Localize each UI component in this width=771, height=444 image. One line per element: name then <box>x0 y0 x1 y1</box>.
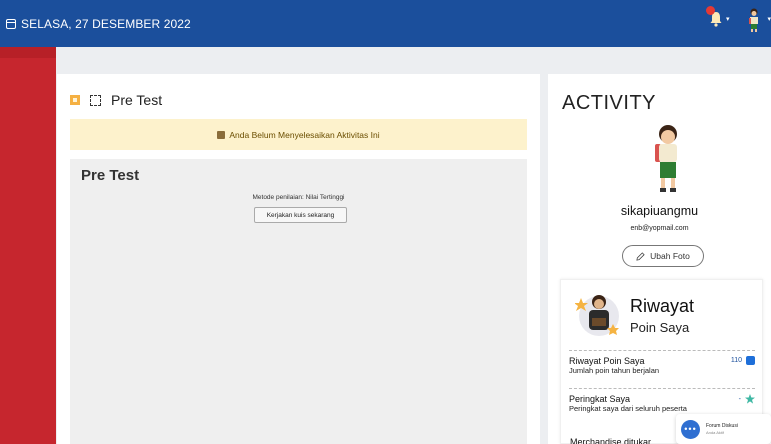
activity-title-row: Pre Test <box>70 92 162 108</box>
change-photo-label: Ubah Foto <box>650 251 690 261</box>
calendar-icon <box>6 18 16 29</box>
quiz-type-icon <box>70 95 80 105</box>
item-description: Jumlah poin tahun berjalan <box>569 366 660 375</box>
alert-text: Anda Belum Menyelesaikan Aktivitas Ini <box>229 129 380 140</box>
trophy-person-icon <box>575 295 619 336</box>
incomplete-alert: Anda Belum Menyelesaikan Aktivitas Ini <box>70 119 527 150</box>
user-menu[interactable]: ▾ <box>743 6 771 32</box>
bell-icon[interactable] <box>705 6 724 30</box>
start-quiz-button[interactable]: Kerjakan kuis sekarang <box>254 207 347 223</box>
user-avatar[interactable] <box>743 6 765 32</box>
profile-email: enb@yopmail.com <box>630 225 689 232</box>
forum-title: Forum Diskusi <box>706 423 738 429</box>
date-display: SELASA, 27 DESEMBER 2022 <box>6 17 191 31</box>
points-history-title: Riwayat <box>630 296 695 316</box>
quiz-heading: Pre Test <box>81 167 140 184</box>
points-history-header: Riwayat Poin Saya <box>575 288 755 344</box>
item-description: Peringkat saya dari seluruh peserta <box>569 404 687 413</box>
chart-icon <box>746 356 755 365</box>
activity-heading: ACTIVITY <box>562 92 657 114</box>
quiz-panel: Pre Test Metode penilaian: Nilai Terting… <box>70 159 527 444</box>
top-bar: SELASA, 27 DESEMBER 2022 ▾ ▾ <box>0 0 771 47</box>
star-icon <box>745 394 755 404</box>
forum-status: Anda Aktif <box>706 430 725 435</box>
alert-icon <box>217 130 226 139</box>
forum-chat-widget[interactable]: ••• Forum Diskusi Anda Aktif <box>676 414 771 444</box>
item-label: Riwayat Poin Saya <box>569 356 645 366</box>
completion-checkbox-icon <box>90 94 101 106</box>
grading-method: Metode penilaian: Nilai Tertinggi <box>252 194 345 201</box>
chevron-down-icon: ▾ <box>767 16 771 23</box>
item-value: 110 <box>731 356 755 365</box>
list-item[interactable]: Riwayat Poin Saya Jumlah poin tahun berj… <box>569 350 755 386</box>
topbar-actions: ▾ ▾ <box>705 6 771 32</box>
left-sidebar <box>0 47 56 444</box>
points-value: 110 <box>730 357 742 364</box>
profile-avatar <box>655 125 677 192</box>
item-label: Peringkat Saya <box>569 394 631 404</box>
notification-menu[interactable]: ▾ <box>705 6 730 30</box>
notification-badge <box>705 6 715 15</box>
chevron-down-icon: ▾ <box>725 16 730 23</box>
activity-sidebar: ACTIVITY sikapiuangmu enb@yopmail.com Ub… <box>548 74 771 444</box>
chat-bubble-icon: ••• <box>681 419 700 439</box>
pencil-icon <box>636 251 645 261</box>
page-title: Pre Test <box>111 92 163 108</box>
points-history-subtitle: Poin Saya <box>630 320 690 335</box>
item-value: - <box>739 394 755 404</box>
main-content: Pre Test Anda Belum Menyelesaikan Aktivi… <box>57 74 540 444</box>
change-photo-button[interactable]: Ubah Foto <box>622 245 704 267</box>
rank-value: - <box>738 395 741 403</box>
profile-username: sikapiuangmu <box>620 204 699 218</box>
forum-text: Forum Diskusi Anda Aktif <box>706 423 738 435</box>
date-text: SELASA, 27 DESEMBER 2022 <box>21 16 191 31</box>
